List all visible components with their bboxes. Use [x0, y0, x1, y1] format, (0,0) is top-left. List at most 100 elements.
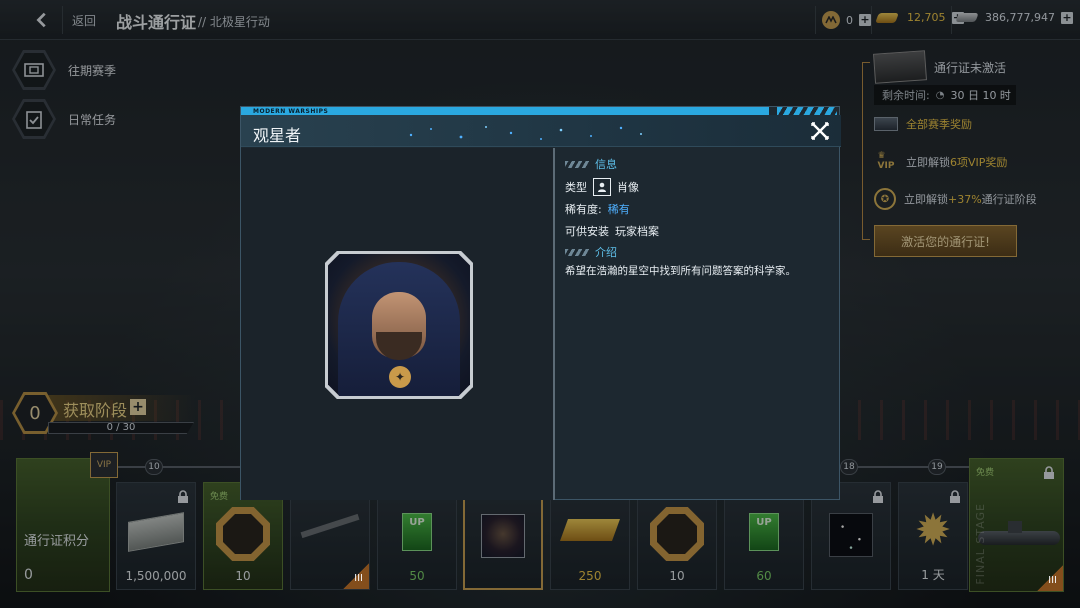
final-stage-label: FINAL STAGE [974, 503, 987, 585]
xp-boost-icon: UP [749, 513, 779, 551]
final-stage-card[interactable]: 免费 FINAL STAGE III [969, 458, 1064, 592]
coin-value: 0 [846, 13, 853, 27]
reward-value: 1,500,000 [125, 569, 187, 583]
modal-header: 观星者 [241, 115, 841, 147]
portrait-image: ✦ [328, 254, 470, 396]
intro-header: 介绍 [595, 246, 617, 259]
gold-bar-icon [875, 12, 899, 23]
stripes-decoration [565, 160, 589, 168]
clipboard-check-icon [15, 102, 53, 136]
hex-frame [12, 50, 56, 90]
dollar-stack-icon [955, 13, 979, 22]
boost-badge-icon: ✪ [874, 188, 896, 210]
boost-suffix: 通行证阶段 [981, 193, 1037, 206]
divider [951, 6, 952, 34]
info-section-header: 信息 [565, 156, 833, 172]
back-button[interactable] [24, 6, 60, 34]
boost-highlight: +37% [948, 193, 982, 206]
reward-value: 10 [669, 569, 685, 583]
tier-mark: III [1048, 575, 1057, 586]
item-info-pane: 信息 类型 肖像 稀有度: 稀有 可供安装 玩家档案 介绍 希望在浩瀚的星空中找… [557, 148, 841, 500]
install-row: 可供安装 玩家档案 [565, 220, 833, 242]
install-label: 可供安装 [565, 225, 609, 238]
buy-stage-button[interactable]: + [130, 399, 146, 415]
type-row: 类型 肖像 [565, 176, 833, 198]
daily-tasks-button[interactable]: 日常任务 [12, 99, 116, 139]
reward-value: 10 [235, 569, 251, 583]
page-subtitle: // 北极星行动 [198, 15, 270, 29]
currency-dollars: 386,777,947 + [955, 11, 1073, 24]
modal-accent-stripe [241, 107, 841, 115]
item-description: 希望在浩瀚的星空中找到所有问题答案的科学家。 [565, 265, 796, 277]
portrait-icon [481, 514, 525, 558]
vip-prefix: 立即解锁 [906, 156, 950, 169]
reward-card[interactable]: ✹ 1 天 [898, 482, 968, 590]
daily-tasks-label: 日常任务 [68, 112, 117, 127]
lock-icon [1043, 465, 1055, 484]
milestone-marker: 10 [145, 459, 163, 475]
medal-star-icon: ✹ [914, 505, 952, 556]
activate-pass-button[interactable]: 激活您的通行证! [874, 225, 1017, 257]
stage-label: 获取阶段 [63, 401, 128, 420]
chevron-left-icon [36, 12, 46, 28]
cash-stack-icon [128, 512, 184, 552]
gold-bars-icon [559, 519, 621, 541]
clock-icon: ◔ [935, 89, 945, 101]
item-detail-modal: MODERN WARSHIPS 观星者 ✦ 信息 类型 肖像 稀有度: 稀有 可… [240, 106, 841, 500]
reward-value: 1 天 [921, 568, 945, 582]
vip-highlight: 6项VIP奖励 [950, 156, 1008, 169]
coin-icon [822, 11, 840, 29]
install-value: 玩家档案 [615, 225, 659, 238]
portrait-preview-pane: ✦ [241, 148, 555, 500]
pass-card-icon [874, 117, 898, 131]
reward-value: 250 [578, 569, 602, 583]
starfield-icon [829, 513, 873, 557]
xp-boost-icon: UP [402, 513, 432, 551]
info-header: 信息 [595, 158, 617, 171]
pass-status: 通行证未激活 [934, 60, 1007, 75]
currency-coins: 0 + [822, 11, 871, 29]
emblem-icon [650, 507, 704, 561]
close-icon [811, 122, 829, 140]
right-panel-frame [862, 62, 870, 240]
milestone-marker: 18 [840, 459, 858, 475]
season-rewards-prefix: 全部 [906, 118, 928, 131]
divider [62, 6, 63, 34]
close-button[interactable] [809, 120, 831, 142]
vip-tag: VIP [90, 452, 118, 478]
milestone-marker: 19 [928, 459, 946, 475]
tier-mark: III [354, 573, 363, 584]
pass-points-label: 通行证积分 [24, 534, 90, 549]
vip-crown-icon: ♛ VIP [877, 151, 895, 171]
remaining-value: 30 日 10 时 [950, 89, 1011, 102]
ticket-icon [15, 53, 53, 87]
free-tag: 免费 [976, 468, 995, 478]
reward-card[interactable]: 1,500,000 [116, 482, 196, 590]
add-dollars-button[interactable]: + [1060, 11, 1073, 24]
reward-value: 50 [409, 569, 425, 583]
rarity-value: 稀有 [607, 203, 630, 216]
gold-value: 12,705 [907, 11, 946, 24]
type-value: 肖像 [617, 181, 639, 194]
modal-brand: MODERN WARSHIPS [253, 108, 329, 115]
cloak-clasp-icon: ✦ [389, 366, 411, 388]
type-label: 类型 [565, 181, 587, 194]
pass-ticket-icon [873, 50, 927, 84]
add-coins-button[interactable]: + [859, 14, 871, 26]
lock-icon [177, 489, 189, 508]
pass-points-value: 0 [24, 567, 33, 583]
back-label[interactable]: 返回 [72, 12, 96, 29]
remaining-time: 剩余时间: ◔ 30 日 10 时 [874, 85, 1016, 105]
stripes-decoration [565, 248, 589, 256]
past-seasons-button[interactable]: 往期赛季 [12, 50, 116, 90]
portrait-type-icon [593, 178, 611, 196]
dollar-value: 386,777,947 [985, 11, 1055, 24]
submarine-icon [978, 531, 1060, 545]
top-bar: 返回 战斗通行证 // 北极星行动 0 + 12,705 + 386,777,9… [0, 0, 1080, 40]
season-rewards-row: 全部赛季奖励 [874, 116, 972, 132]
rifle-icon [300, 513, 360, 539]
free-tag: 免费 [210, 492, 229, 502]
intro-section-header: 介绍 [565, 244, 833, 260]
boost-prefix: 立即解锁 [904, 193, 948, 206]
hex-frame [12, 99, 56, 139]
